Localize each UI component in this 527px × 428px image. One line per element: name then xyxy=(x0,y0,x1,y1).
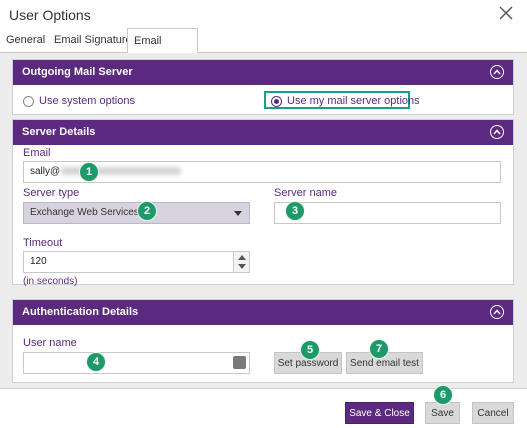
server-type-value: Exchange Web Services xyxy=(30,207,139,218)
tab-general[interactable]: General xyxy=(0,28,51,53)
cancel-button[interactable]: Cancel xyxy=(472,402,514,424)
chevron-down-icon xyxy=(234,211,242,216)
tab-email-signature[interactable]: Email Signature xyxy=(48,28,138,53)
radio-label: Use my mail server options xyxy=(287,95,420,107)
title-bar: User Options xyxy=(0,0,527,30)
panel-header: Server Details xyxy=(13,120,513,145)
callout-badge-7: 7 xyxy=(369,339,389,359)
callout-badge-6: 6 xyxy=(433,385,453,405)
callout-badge-5: 5 xyxy=(300,340,320,360)
timeout-unit: (in seconds) xyxy=(23,276,78,287)
close-icon[interactable] xyxy=(495,2,517,24)
timeout-stepper[interactable]: 120 xyxy=(23,251,250,273)
save-and-close-button[interactable]: Save & Close xyxy=(345,402,414,424)
radio-icon xyxy=(23,95,34,107)
timeout-label: Timeout xyxy=(23,237,63,249)
server-details-panel: Server Details Email sally@ Server type … xyxy=(12,119,514,287)
radio-use-my-mail-server-options[interactable]: Use my mail server options xyxy=(271,95,420,107)
username-label: User name xyxy=(23,337,77,349)
outgoing-mail-server-panel: Outgoing Mail Server Use system options … xyxy=(12,59,514,115)
panel-title: Server Details xyxy=(22,126,96,138)
password-manager-icon[interactable] xyxy=(233,356,246,369)
radio-selected-icon xyxy=(271,95,282,107)
callout-badge-4: 4 xyxy=(86,352,106,372)
server-type-label: Server type xyxy=(23,187,80,199)
collapse-icon[interactable] xyxy=(490,65,504,79)
server-name-field[interactable] xyxy=(274,202,501,224)
collapse-icon[interactable] xyxy=(490,305,504,319)
callout-badge-3: 3 xyxy=(285,201,305,221)
content-area: Outgoing Mail Server Use system options … xyxy=(0,53,527,389)
callout-badge-2: 2 xyxy=(137,201,157,221)
window-title: User Options xyxy=(9,7,91,23)
increment-icon[interactable] xyxy=(238,255,246,260)
panel-title: Authentication Details xyxy=(22,306,139,318)
radio-label: Use system options xyxy=(39,95,135,107)
radio-use-system-options[interactable]: Use system options xyxy=(23,95,135,107)
decrement-icon[interactable] xyxy=(238,264,246,269)
tab-email-server[interactable]: Email Server xyxy=(127,28,198,71)
stepper-controls xyxy=(233,252,249,272)
username-field[interactable] xyxy=(23,352,250,374)
collapse-icon[interactable] xyxy=(490,125,504,139)
panel-header: Authentication Details xyxy=(13,300,513,325)
callout-badge-1: 1 xyxy=(79,162,99,182)
email-label: Email xyxy=(23,147,51,159)
save-button[interactable]: Save xyxy=(425,402,460,424)
authentication-details-panel: Authentication Details User name Set pas… xyxy=(12,299,514,383)
tab-bar: General Email Signature Email Server xyxy=(0,28,527,71)
panel-title: Outgoing Mail Server xyxy=(22,66,133,78)
panel-header: Outgoing Mail Server xyxy=(13,60,513,85)
email-value: sally@ xyxy=(30,166,61,177)
timeout-value: 120 xyxy=(30,256,47,267)
server-name-label: Server name xyxy=(274,187,337,199)
